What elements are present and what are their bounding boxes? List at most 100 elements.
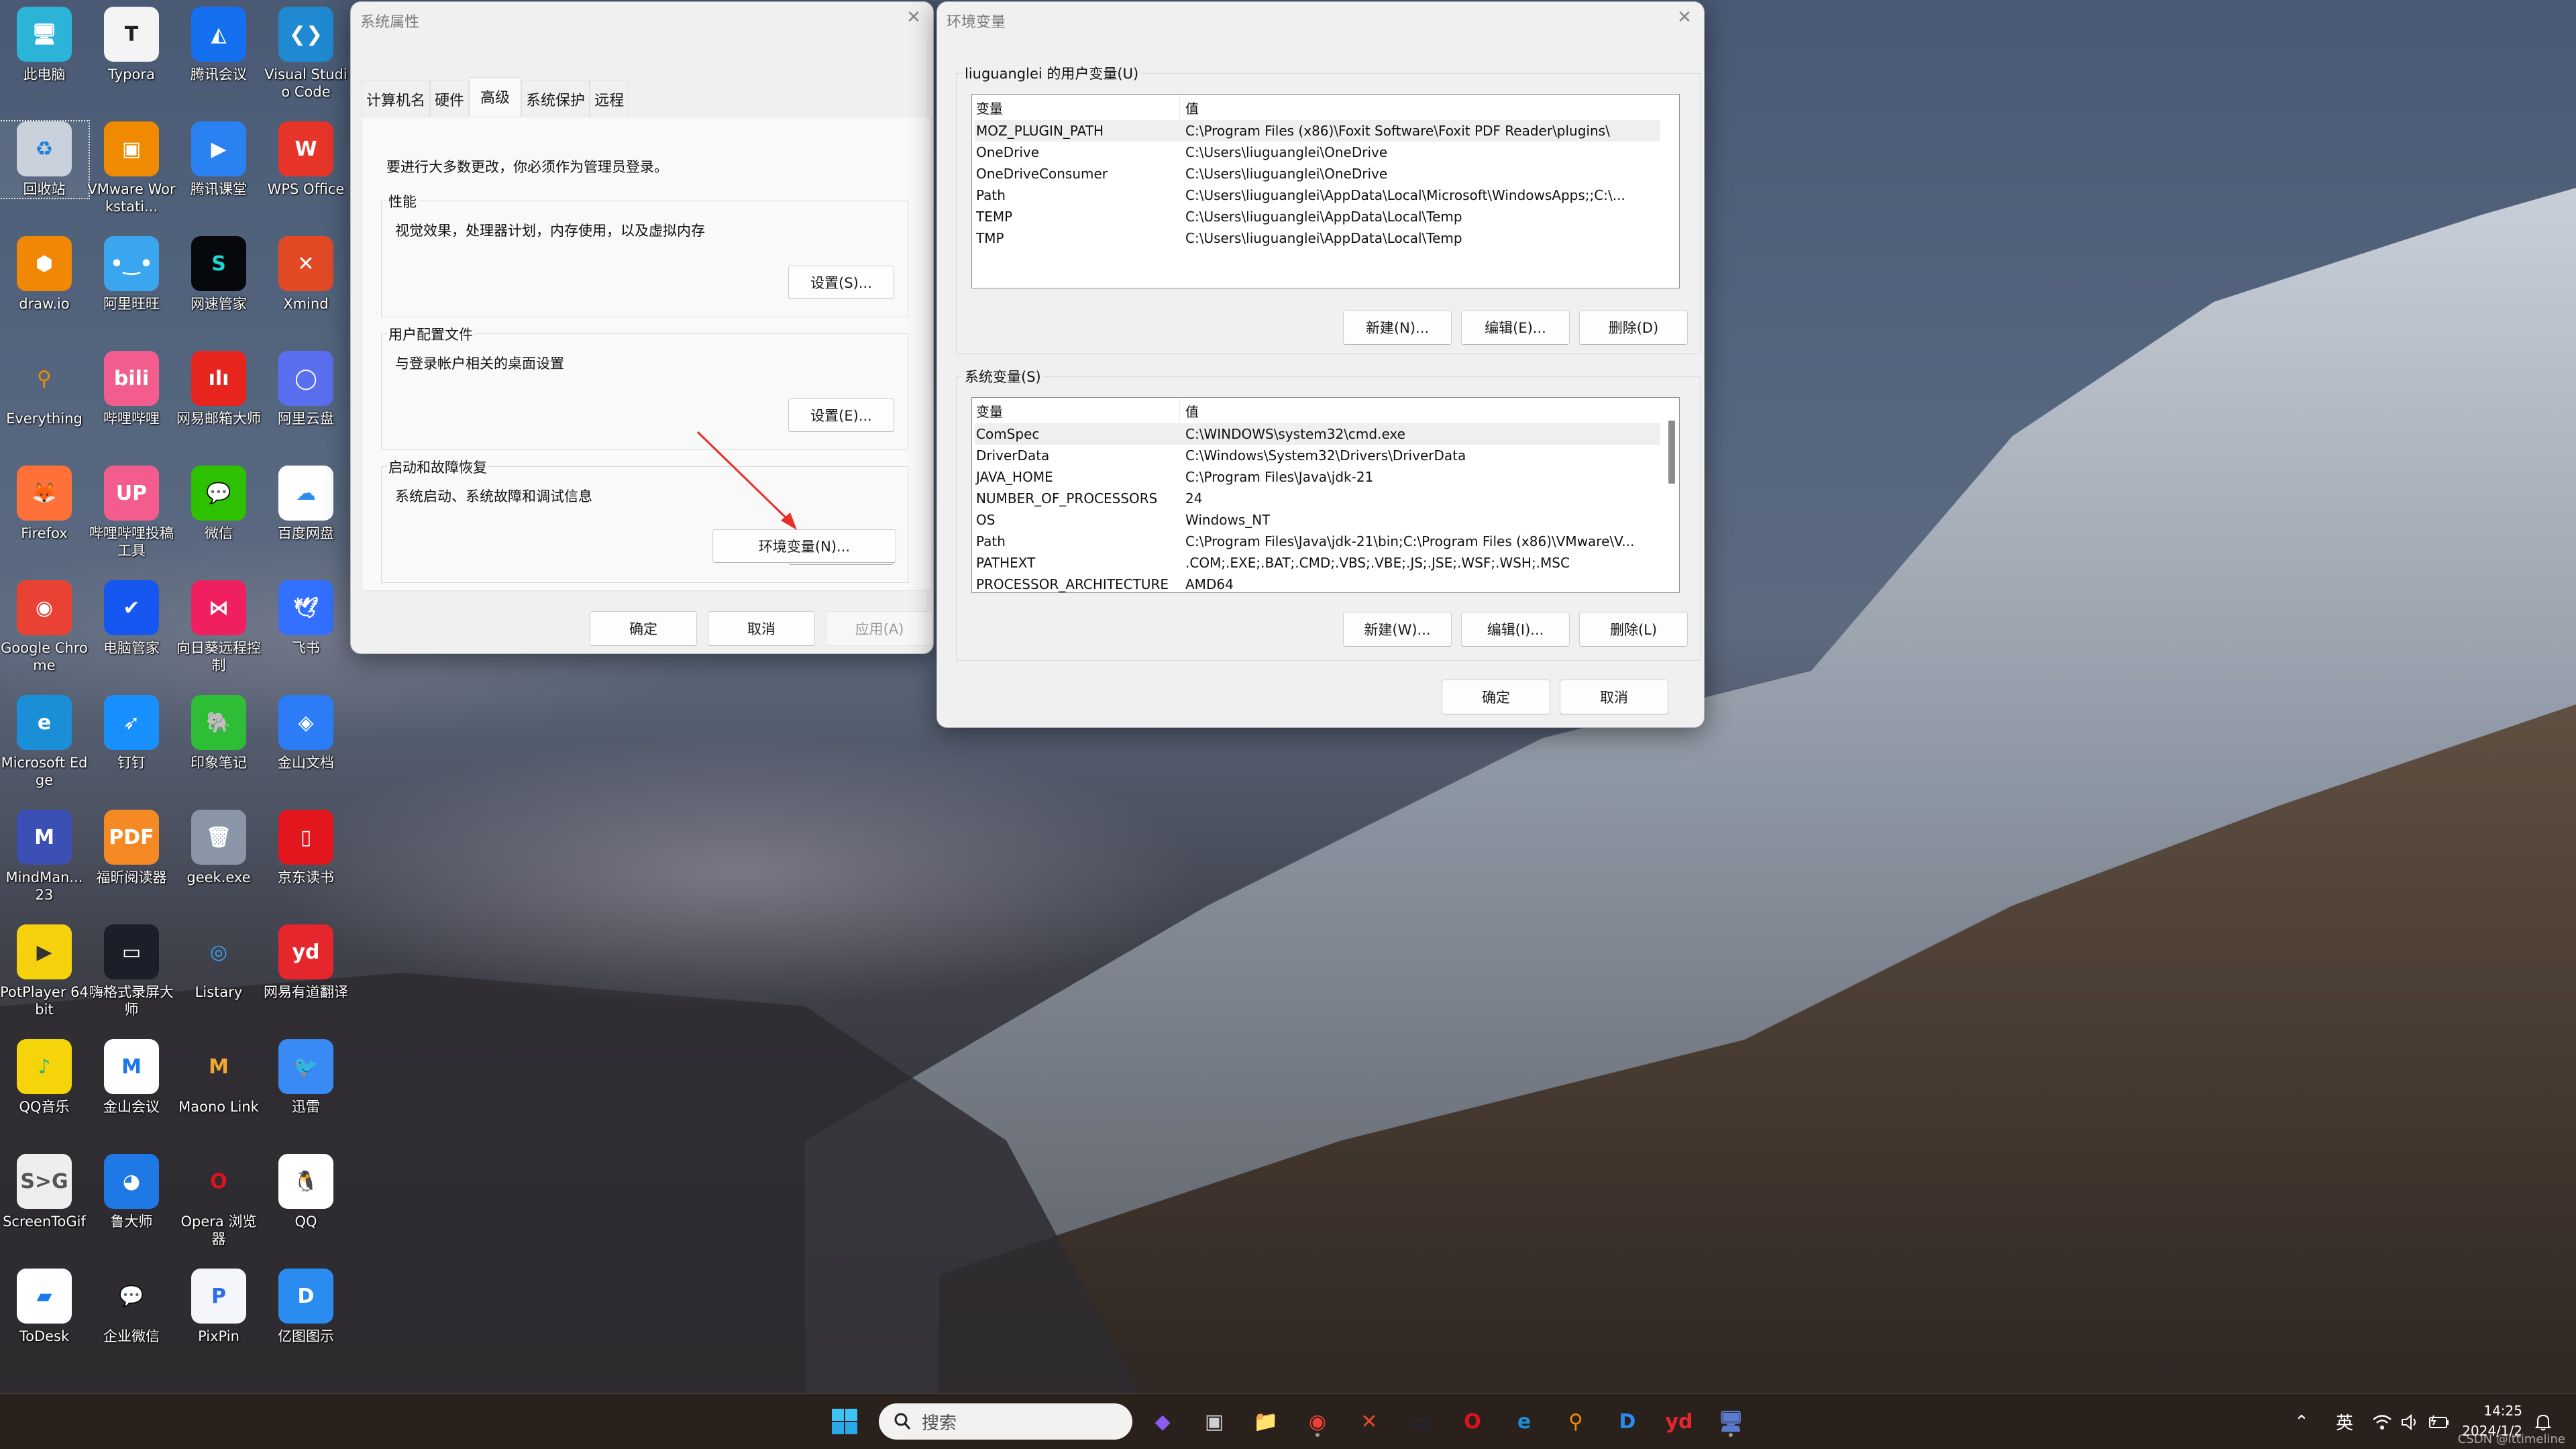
- list-row[interactable]: OS Windows_NT: [975, 509, 1660, 531]
- desktop-shortcut[interactable]: ◈ 金山文档: [262, 695, 350, 771]
- desktop-shortcut[interactable]: bili 哔哩哔哩: [87, 351, 176, 427]
- column-header-variable[interactable]: 变量: [972, 398, 1180, 423]
- taskbar-app-button[interactable]: ▣: [1196, 1403, 1232, 1440]
- user-edit-button[interactable]: 编辑(E)...: [1461, 310, 1570, 345]
- taskbar-app-button[interactable]: D: [1609, 1403, 1646, 1440]
- vertical-scrollbar[interactable]: [1668, 421, 1675, 484]
- taskbar-app-button[interactable]: 🖥: [1713, 1403, 1749, 1440]
- desktop-shortcut[interactable]: ♪ QQ音乐: [0, 1039, 89, 1116]
- close-button[interactable]: ✕: [904, 7, 924, 28]
- close-button[interactable]: ✕: [1674, 7, 1695, 28]
- taskbar-app-button[interactable]: ◉: [1299, 1403, 1336, 1440]
- taskbar-app-button[interactable]: ✕: [1351, 1403, 1387, 1440]
- system-delete-button[interactable]: 删除(L): [1579, 612, 1688, 647]
- desktop-shortcut[interactable]: ◉ Google Chrome: [0, 580, 89, 674]
- desktop-shortcut[interactable]: ☁ 百度网盘: [262, 466, 350, 542]
- desktop-shortcut[interactable]: ◯ 阿里云盘: [262, 351, 350, 427]
- desktop-shortcut[interactable]: S>G ScreenToGif: [0, 1154, 89, 1230]
- desktop-shortcut[interactable]: M 金山会议: [87, 1039, 176, 1116]
- desktop-shortcut[interactable]: ⋈ 向日葵远程控制: [174, 580, 263, 674]
- taskbar-app-button[interactable]: O: [1454, 1403, 1491, 1440]
- show-hidden-icons-button[interactable]: ⌃: [2294, 1394, 2309, 1449]
- network-button[interactable]: [2372, 1394, 2392, 1449]
- volume-button[interactable]: [2400, 1394, 2420, 1449]
- list-row[interactable]: PATHEXT .COM;.EXE;.BAT;.CMD;.VBS;.VBE;.JS…: [975, 552, 1660, 574]
- taskbar-app-button[interactable]: e: [1506, 1403, 1542, 1440]
- list-row[interactable]: NUMBER_OF_PROCESSORS 24: [975, 488, 1660, 509]
- user-new-button[interactable]: 新建(N)...: [1343, 310, 1452, 345]
- desktop-shortcut[interactable]: ❮❯ Visual Studio Code: [262, 7, 350, 101]
- desktop-shortcut[interactable]: 🐘 印象笔记: [174, 695, 263, 771]
- desktop-shortcut[interactable]: UP 哔哩哔哩投稿工具: [87, 466, 176, 559]
- desktop-shortcut[interactable]: ılı 网易邮箱大师: [174, 351, 263, 427]
- desktop-shortcut[interactable]: T Typora: [87, 7, 176, 83]
- list-row[interactable]: JAVA_HOME C:\Program Files\Java\jdk-21: [975, 466, 1660, 488]
- desktop-shortcut[interactable]: ⚲ Everything: [0, 351, 89, 427]
- desktop-shortcut[interactable]: W WPS Office: [262, 121, 350, 198]
- user-profiles-settings-button[interactable]: 设置(E)...: [788, 398, 894, 432]
- desktop-shortcut[interactable]: yd 网易有道翻译: [262, 924, 350, 1001]
- performance-settings-button[interactable]: 设置(S)...: [788, 266, 894, 299]
- list-row[interactable]: Path C:\Users\liuguanglei\AppData\Local\M…: [975, 184, 1660, 206]
- desktop-shortcut[interactable]: e Microsoft Edge: [0, 695, 89, 789]
- list-row[interactable]: PROCESSOR_ARCHITECTURE AMD64: [975, 574, 1660, 592]
- desktop-shortcut[interactable]: ▶ 腾讯课堂: [174, 121, 263, 198]
- taskbar-app-button[interactable]: 📁: [1248, 1403, 1284, 1440]
- tab-system-protection[interactable]: 系统保护: [521, 80, 590, 117]
- desktop-shortcut[interactable]: ▶ PotPlayer 64 bit: [0, 924, 89, 1018]
- desktop-shortcut[interactable]: S 网速管家: [174, 236, 263, 313]
- desktop-shortcut[interactable]: ➶ 钉钉: [87, 695, 176, 771]
- column-header-value[interactable]: 值: [1180, 401, 1199, 421]
- list-row[interactable]: Path C:\Program Files\Java\jdk-21\bin;C:\…: [975, 531, 1660, 552]
- tab-hardware[interactable]: 硬件: [430, 80, 470, 117]
- environment-variables-button[interactable]: 环境变量(N)...: [712, 529, 896, 563]
- list-row[interactable]: OneDrive C:\Users\liuguanglei\OneDrive: [975, 142, 1660, 163]
- start-button[interactable]: [826, 1403, 863, 1440]
- desktop-shortcut[interactable]: ♻ 回收站: [0, 120, 90, 199]
- desktop-shortcut[interactable]: ◭ 腾讯会议: [174, 7, 263, 83]
- desktop-shortcut[interactable]: ▰ ToDesk: [0, 1269, 89, 1345]
- list-row[interactable]: OneDriveConsumer C:\Users\liuguanglei\One…: [975, 163, 1660, 184]
- taskbar-app-button[interactable]: yd: [1661, 1403, 1697, 1440]
- desktop-shortcut[interactable]: ✕ Xmind: [262, 236, 350, 313]
- desktop-shortcut[interactable]: O Opera 浏览器: [174, 1154, 263, 1248]
- ok-button[interactable]: 确定: [1442, 680, 1550, 714]
- list-row[interactable]: DriverData C:\Windows\System32\Drivers\Dr…: [975, 445, 1660, 466]
- list-row[interactable]: TEMP C:\Users\liuguanglei\AppData\Local\T…: [975, 206, 1660, 227]
- tab-remote[interactable]: 远程: [590, 80, 629, 117]
- desktop-shortcut[interactable]: 🦊 Firefox: [0, 466, 89, 542]
- desktop-shortcut[interactable]: 🐦 迅雷: [262, 1039, 350, 1116]
- taskbar-app-button[interactable]: ⚲: [1558, 1403, 1594, 1440]
- system-variables-list[interactable]: 变量 值 ComSpec C:\WINDOWS\system32\cmd.exe D…: [971, 397, 1680, 593]
- desktop-shortcut[interactable]: D 亿图图示: [262, 1269, 350, 1345]
- list-row[interactable]: MOZ_PLUGIN_PATH C:\Program Files (x86)\Fo…: [975, 120, 1660, 142]
- desktop-shortcut[interactable]: 🖥 此电脑: [0, 7, 89, 83]
- column-header-variable[interactable]: 变量: [972, 95, 1180, 120]
- desktop-shortcut[interactable]: 💬 微信: [174, 466, 263, 542]
- desktop-shortcut[interactable]: M Maono Link: [174, 1039, 263, 1116]
- desktop-shortcut[interactable]: 🕊 飞书: [262, 580, 350, 657]
- desktop-shortcut[interactable]: ▣ VMware Workstati...: [87, 121, 176, 215]
- desktop-shortcut[interactable]: P PixPin: [174, 1269, 263, 1345]
- desktop-shortcut[interactable]: M MindMan... 23: [0, 810, 89, 904]
- desktop-shortcut[interactable]: PDF 福昕阅读器: [87, 810, 176, 886]
- tab-computer-name[interactable]: 计算机名: [362, 80, 431, 117]
- desktop-shortcut[interactable]: 🐧 QQ: [262, 1154, 350, 1230]
- ok-button[interactable]: 确定: [590, 611, 697, 646]
- user-delete-button[interactable]: 删除(D): [1579, 310, 1688, 345]
- cancel-button[interactable]: 取消: [708, 611, 815, 646]
- system-edit-button[interactable]: 编辑(I)...: [1461, 612, 1570, 647]
- desktop-shortcut[interactable]: 🗑 geek.exe: [174, 810, 263, 886]
- user-variables-list[interactable]: 变量 值 MOZ_PLUGIN_PATH C:\Program Files (x8…: [971, 94, 1680, 288]
- column-header-value[interactable]: 值: [1180, 98, 1199, 117]
- cancel-button[interactable]: 取消: [1560, 680, 1668, 714]
- desktop-shortcut[interactable]: ◕ 鲁大师: [87, 1154, 176, 1230]
- list-row[interactable]: ComSpec C:\WINDOWS\system32\cmd.exe: [975, 423, 1660, 445]
- taskbar-app-button[interactable]: ▭: [1403, 1403, 1439, 1440]
- tab-advanced[interactable]: 高级: [469, 77, 522, 117]
- battery-button[interactable]: [2428, 1394, 2450, 1449]
- apply-button[interactable]: 应用(A): [826, 611, 933, 646]
- system-new-button[interactable]: 新建(W)...: [1343, 612, 1452, 647]
- list-row[interactable]: TMP C:\Users\liuguanglei\AppData\Local\Te…: [975, 227, 1660, 249]
- desktop-shortcut[interactable]: 💬 企业微信: [87, 1269, 176, 1345]
